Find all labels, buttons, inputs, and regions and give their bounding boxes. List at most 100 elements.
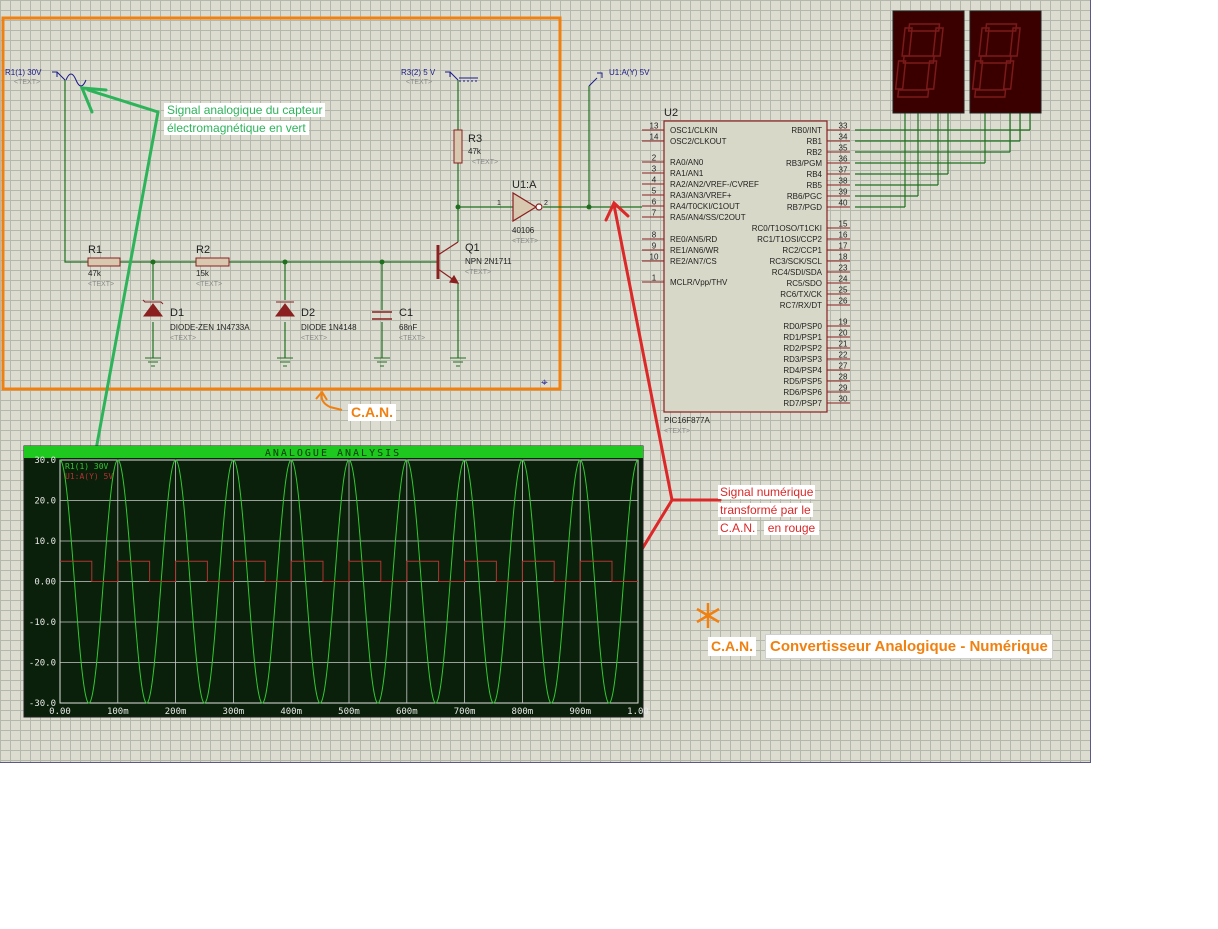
c1-text: <TEXT> — [399, 335, 425, 342]
pic-pin-number: 38 — [839, 177, 848, 186]
x-tick-label: 800m — [512, 707, 534, 717]
pic-pin-number: 25 — [839, 286, 848, 295]
x-tick-label: 600m — [396, 707, 418, 717]
pic-pin-name: RE0/AN5/RD — [670, 235, 717, 244]
q1-ref: Q1 — [465, 242, 480, 254]
analogue-analysis-graph[interactable]: ANALOGUE ANALYSIS 30.0 20.0 10.0 0.00 -10.0 -… — [23, 445, 649, 718]
frame-origin-marker: ⌖ — [541, 375, 548, 389]
d2-value: DIODE 1N4148 — [301, 323, 357, 332]
transistor-q1[interactable] — [436, 241, 460, 284]
can-frame[interactable] — [1, 16, 562, 391]
pic-pin-number: 21 — [839, 340, 848, 349]
pic-pin-name: RA4/T0CKI/C1OUT — [670, 202, 740, 211]
pic-pin-name: RC7/RX/DT — [780, 301, 822, 310]
u1-pin-out: 2 — [544, 200, 548, 207]
u2-text: <TEXT> — [664, 428, 690, 435]
legend-green: R1(1) 30V — [65, 462, 109, 471]
pic-pin-number: 24 — [839, 275, 848, 284]
inverter-u1a[interactable] — [512, 191, 543, 223]
r1-text: <TEXT> — [88, 281, 114, 288]
pic-pin-number: 1 — [652, 274, 657, 283]
pic-pin-name: RB2 — [806, 148, 822, 157]
pic-pin-name: RD1/PSP1 — [783, 333, 822, 342]
u2-ref: U2 — [664, 107, 678, 119]
pic-pin-name: RB6/PGC — [787, 192, 822, 201]
d1-value: DIODE-ZEN 1N4733A — [170, 323, 250, 332]
seven-segment-digit-2[interactable] — [969, 10, 1042, 114]
ground-symbols — [145, 357, 466, 367]
pic-pin-name: RB7/PGD — [787, 203, 822, 212]
pic-pin-number: 37 — [839, 166, 848, 175]
r1-ref: R1 — [88, 244, 102, 256]
diode-d2[interactable] — [275, 301, 295, 317]
pic-pin-name: RC3/SCK/SCL — [770, 257, 823, 266]
seven-segment-displays — [892, 10, 1042, 114]
pic-pin-name: RA2/AN2/VREF-/CVREF — [670, 180, 759, 189]
y-tick-label: -10.0 — [29, 618, 56, 628]
pic-pin-number: 20 — [839, 329, 848, 338]
pic-pin-number: 23 — [839, 264, 848, 273]
pic-pin-name: RD3/PSP3 — [783, 355, 822, 364]
pic-pin-number: 5 — [652, 187, 657, 196]
pic-pin-name: RD5/PSP5 — [783, 377, 822, 386]
pic-pin-name: RE1/AN6/WR — [670, 246, 719, 255]
red-note-line1: Signal numérique — [718, 485, 816, 499]
y-tick-label: -20.0 — [29, 659, 56, 669]
probe-label-r1: R1(1) 30V — [5, 68, 42, 77]
schematic-canvas: ⌖ R1(1) 30V <TEXT> R3(2) 5 V <TEXT> U1:A… — [1, 10, 1042, 718]
pic-pin-name: RB3/PGM — [786, 159, 822, 168]
pic-pin-number: 27 — [839, 362, 848, 371]
green-note-line2: électromagnétique en vert — [164, 121, 309, 135]
green-note: Signal analogique du capteur électromagn… — [164, 101, 338, 135]
red-note: Signal numérique transformé par le C.A.N… — [718, 483, 828, 553]
pic-pin-number: 13 — [650, 122, 659, 131]
probe-r3[interactable] — [445, 71, 478, 82]
pic-pin-number: 19 — [839, 318, 848, 327]
legend-full: Convertisseur Analogique - Numérique — [765, 634, 1053, 659]
y-tick-label: 30.0 — [34, 456, 56, 466]
legend-red: U1:A(Y) 5V — [65, 472, 113, 481]
seven-segment-digit-1[interactable] — [892, 10, 965, 114]
pic-pin-name: RD0/PSP0 — [783, 322, 822, 331]
can-label: C.A.N. — [348, 404, 396, 421]
green-note-line1: Signal analogique du capteur — [164, 103, 326, 117]
probe-r1[interactable] — [52, 71, 87, 87]
resistor-r2[interactable] — [195, 257, 230, 267]
x-tick-label: 100m — [107, 707, 129, 717]
r1-value: 47k — [88, 269, 102, 278]
y-tick-label: 20.0 — [34, 497, 56, 507]
pic-pin-number: 30 — [839, 395, 848, 404]
pic-pin-number: 15 — [839, 220, 848, 229]
pic-pin-number: 9 — [652, 242, 657, 251]
d2-text: <TEXT> — [301, 335, 327, 342]
resistor-r1[interactable] — [87, 257, 121, 267]
u1-text: <TEXT> — [512, 238, 538, 245]
u1-value: 40106 — [512, 226, 535, 235]
probe-text-r3: <TEXT> — [406, 79, 432, 86]
pic-pin-number: 8 — [652, 231, 657, 240]
pic-pin-name: OSC2/CLKOUT — [670, 137, 727, 146]
pic-pin-name: RC0/T1OSO/T1CKI — [752, 224, 822, 233]
pic-pin-name: RA1/AN1 — [670, 169, 704, 178]
x-tick-label: 700m — [454, 707, 476, 717]
d1-ref: D1 — [170, 307, 184, 319]
pic-pin-name: RD4/PSP4 — [783, 366, 822, 375]
pic-pin-name: RD2/PSP2 — [783, 344, 822, 353]
pic-pin-number: 28 — [839, 373, 848, 382]
pic-pin-name: RB1 — [806, 137, 822, 146]
x-tick-label: 900m — [569, 707, 591, 717]
resistor-r3[interactable] — [453, 129, 463, 164]
capacitor-c1[interactable] — [372, 311, 392, 320]
can-pointer-arrow — [315, 390, 343, 411]
x-tick-label: 200m — [165, 707, 187, 717]
pic-pin-name: RB0/INT — [791, 126, 822, 135]
c1-ref: C1 — [399, 307, 413, 319]
probe-u1[interactable] — [588, 72, 603, 87]
pic-pin-number: 26 — [839, 297, 848, 306]
pic-pin-name: OSC1/CLKIN — [670, 126, 718, 135]
x-tick-label: 0.00 — [49, 707, 71, 717]
pic-pin-number: 36 — [839, 155, 848, 164]
pic-pin-name: RA3/AN3/VREF+ — [670, 191, 732, 200]
diode-d1[interactable] — [142, 299, 164, 317]
pic-pin-name: RD7/PSP7 — [783, 399, 822, 408]
